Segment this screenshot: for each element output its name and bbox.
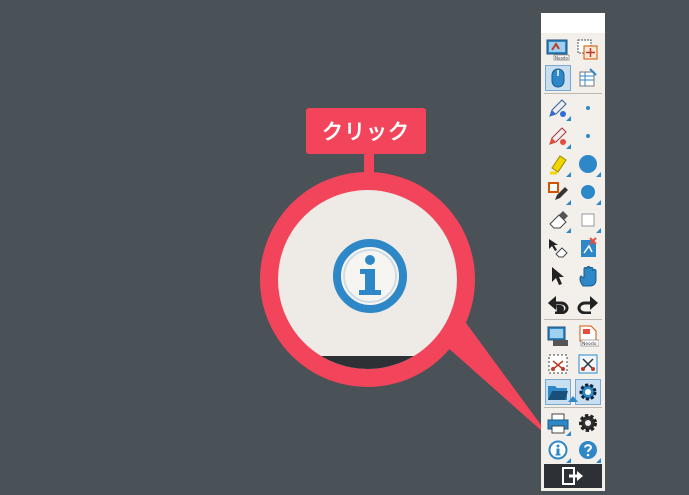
- shape-pen-button[interactable]: [545, 179, 571, 205]
- screen-capture-button[interactable]: [545, 323, 571, 349]
- clear-page-icon: [581, 237, 597, 257]
- neodo-document-icon: Neodo: [579, 325, 599, 347]
- screen-board-icon: Neodo: [546, 39, 570, 61]
- palette-header[interactable]: [541, 13, 605, 33]
- submenu-triangle-icon: [566, 200, 571, 205]
- region-capture-button[interactable]: [575, 37, 601, 63]
- red-pen-button[interactable]: [545, 123, 571, 149]
- small-dot-red-icon: [586, 134, 590, 138]
- settings-gear-blue-icon: [579, 383, 597, 401]
- region-capture-icon: [577, 39, 598, 60]
- exit-icon: [562, 467, 583, 485]
- hand-button[interactable]: [575, 263, 601, 289]
- submenu-triangle-icon: [596, 172, 601, 177]
- submenu-triangle-icon: [596, 200, 601, 205]
- screen-board-button[interactable]: Neodo: [545, 37, 571, 63]
- svg-text:Neodo: Neodo: [582, 341, 597, 347]
- magnifier-circle: [260, 172, 475, 387]
- settings-button[interactable]: [575, 410, 601, 436]
- arrow-cursor-button[interactable]: [545, 263, 571, 289]
- magnified-toolbar-edge: [278, 356, 457, 369]
- crop-cut-icon: [578, 354, 598, 374]
- gear-icon: [579, 414, 597, 432]
- info-button[interactable]: [545, 437, 571, 463]
- crop-select-icon: [548, 354, 568, 374]
- redo-button[interactable]: [575, 291, 601, 317]
- table-grid-icon: [579, 68, 597, 87]
- svg-text:Neodo: Neodo: [555, 56, 568, 61]
- undo-icon: [548, 296, 569, 314]
- crop-select-button[interactable]: [545, 351, 571, 377]
- square-outline-icon: [581, 213, 595, 227]
- thick-size-button[interactable]: [575, 151, 601, 177]
- submenu-triangle-icon: [566, 172, 571, 177]
- arrow-cursor-icon: [552, 267, 564, 285]
- tool-palette: Neodo Neodo: [541, 13, 605, 491]
- submenu-triangle-icon: [566, 431, 571, 436]
- medium-dot-icon: [581, 185, 595, 199]
- thin-size-button-2[interactable]: [575, 123, 601, 149]
- small-dot-blue-icon: [586, 106, 590, 110]
- toolbar-separator: [544, 407, 602, 408]
- magnifier-view: [278, 190, 457, 369]
- chevron-up-icon[interactable]: [568, 396, 578, 402]
- undo-button[interactable]: [545, 291, 571, 317]
- click-callout-label: クリック: [306, 108, 426, 154]
- submenu-triangle-icon: [566, 144, 571, 149]
- exit-button[interactable]: [544, 464, 602, 488]
- select-erase-button[interactable]: [545, 235, 571, 261]
- blue-pen-button[interactable]: [545, 95, 571, 121]
- mouse-mode-button[interactable]: [545, 65, 571, 91]
- neodo-document-button[interactable]: Neodo: [575, 323, 601, 349]
- info-icon: [333, 239, 407, 313]
- redo-icon: [577, 296, 598, 314]
- thin-size-button[interactable]: [575, 95, 601, 121]
- print-button[interactable]: [545, 410, 571, 436]
- table-button[interactable]: [575, 65, 601, 91]
- info-icon: [548, 440, 568, 460]
- clear-page-button[interactable]: [575, 235, 601, 261]
- settings-blue-button[interactable]: [575, 379, 601, 405]
- crop-cut-button[interactable]: [575, 351, 601, 377]
- help-button[interactable]: [575, 437, 601, 463]
- submenu-triangle-icon: [566, 116, 571, 121]
- toolbar-separator: [544, 319, 602, 320]
- hand-icon: [579, 266, 597, 287]
- eraser-button[interactable]: [545, 207, 571, 233]
- highlighter-button[interactable]: [545, 151, 571, 177]
- help-icon: [579, 441, 597, 459]
- submenu-triangle-icon: [416, 326, 450, 360]
- screen-capture-icon: [547, 326, 568, 346]
- select-erase-icon: [549, 239, 568, 258]
- submenu-triangle-icon: [596, 458, 601, 463]
- medium-size-button[interactable]: [575, 179, 601, 205]
- submenu-triangle-icon: [596, 228, 601, 233]
- open-folder-icon: [548, 386, 568, 400]
- eraser-size-button[interactable]: [575, 207, 601, 233]
- mouse-pointer-mode-icon: [551, 68, 565, 88]
- submenu-triangle-icon: [566, 228, 571, 233]
- toolbar-separator: [544, 93, 602, 94]
- submenu-triangle-icon: [566, 458, 571, 463]
